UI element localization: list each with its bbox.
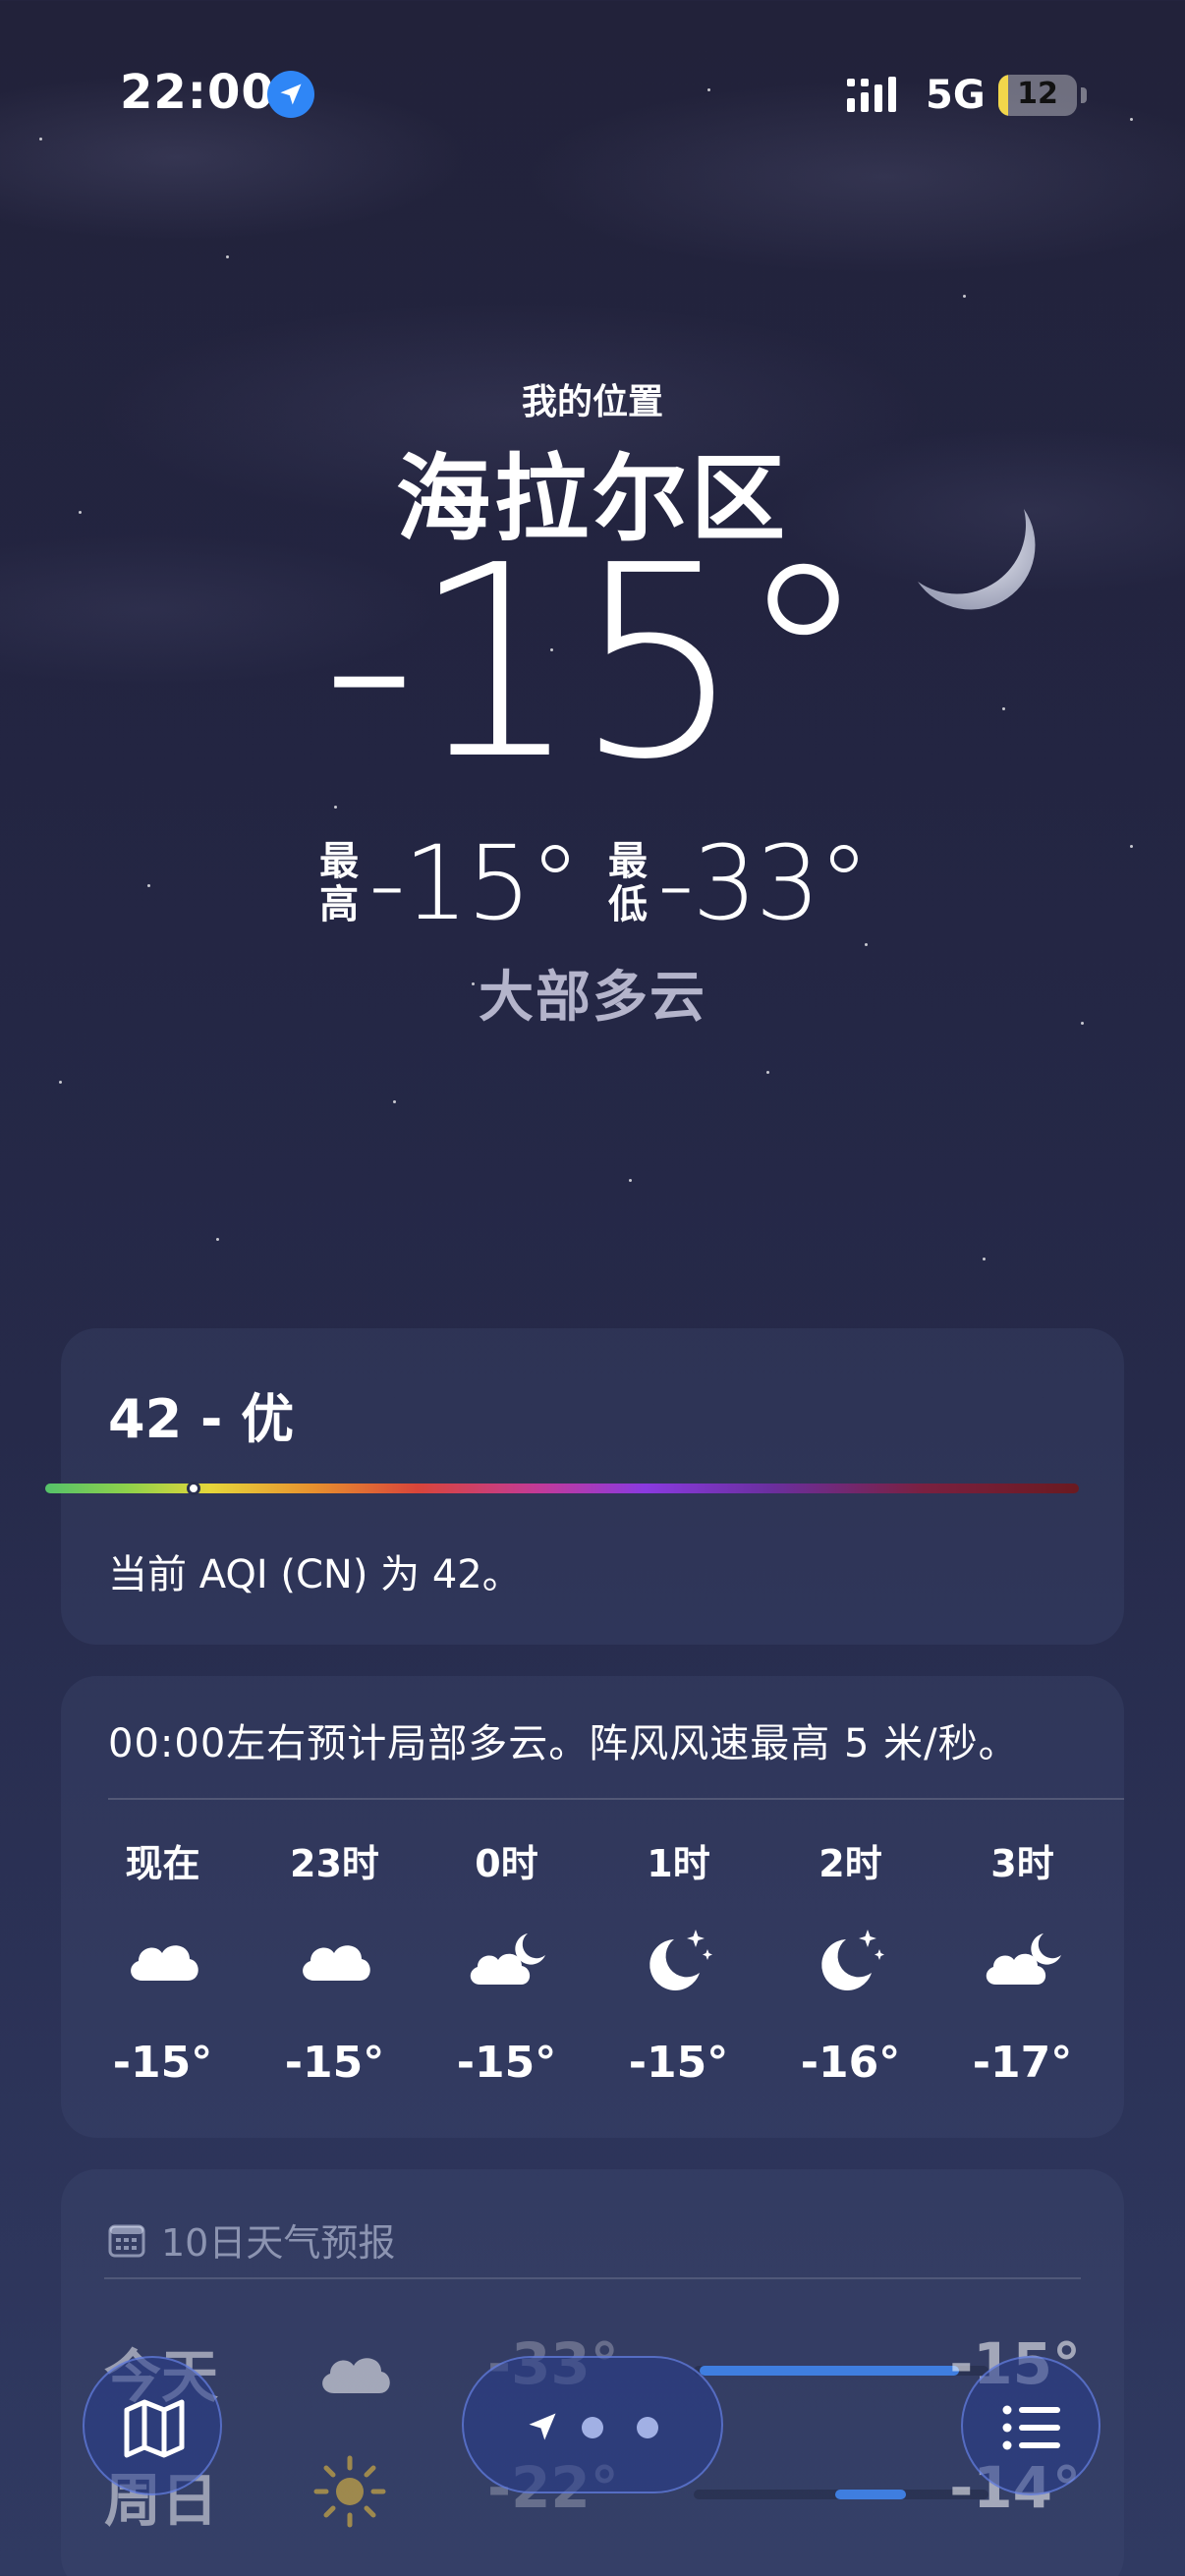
sun-icon [310,2452,389,2531]
star [707,88,710,91]
hour-temperature: -15° [456,2038,557,2088]
hour-label: 3时 [990,1842,1054,1885]
map-button[interactable] [83,2356,222,2495]
battery-level: 12 [1017,77,1058,111]
divider [104,2277,1081,2279]
clear-night-icon [807,1916,895,2004]
hour-label: 现在 [125,1842,200,1885]
high-temp-group: 最高 -15° [317,823,581,943]
status-time: 22:00 [120,65,275,120]
temperature-range-track [694,2366,988,2376]
star [226,255,229,258]
star [629,1179,632,1182]
current-location-icon [529,2413,556,2440]
high-temperature: -15° [368,823,581,943]
high-low-row: 最高 -15° 最低 -33° [0,823,1185,943]
hour-label: 2时 [818,1842,882,1885]
cloud-icon [310,2328,390,2407]
aqi-indicator [187,1482,200,1495]
hourly-forecast-card[interactable]: 00:00左右预计局部多云。阵风风速最高 5 米/秒。 现在 -15° 23时 -15… [61,1676,1124,2138]
star [39,138,42,140]
moon-icon [918,509,1036,610]
daily-header: 10日天气预报 [108,2212,395,2267]
location-label: 我的位置 [521,382,663,422]
hour-temperature: -15° [112,2038,213,2088]
daily-header-label: 10日天气预报 [161,2221,396,2265]
hour-label: 23时 [290,1842,379,1885]
hour-item: 3时 -17° [936,1833,1108,2088]
weather-condition: 大部多云 [479,966,706,1030]
low-label: 最低 [608,839,648,927]
hour-temperature: -15° [628,2038,729,2088]
aqi-description: 当前 AQI (CN) 为 42。 [108,1552,522,1597]
star [59,1081,62,1084]
page-dot[interactable] [582,2417,603,2438]
star [393,1100,396,1103]
high-label: 最高 [319,839,360,927]
low-temperature: -33° [657,823,870,943]
star [766,1071,769,1074]
partly-cloudy-night-icon [463,1916,551,2004]
temperature-range-bar [700,2366,959,2376]
signal-icon [847,73,910,116]
hour-item: 2时 -16° [764,1833,936,2088]
temperature-range-track [694,2490,988,2499]
temperature-range-bar [835,2490,906,2499]
hour-label: 0时 [475,1842,538,1885]
list-icon [1002,2405,1060,2450]
hour-item: 0时 -15° [421,1833,592,2088]
location-arrow-icon [267,71,314,118]
battery-cap [1081,87,1087,103]
partly-cloudy-night-icon [979,1916,1067,2004]
calendar-icon [108,2224,145,2257]
star [865,943,868,946]
hour-temperature: -16° [800,2038,901,2088]
star [216,1238,219,1241]
low-temp-group: 最低 -33° [606,823,870,943]
battery-icon: 12 [998,75,1077,116]
clear-night-icon [635,1916,723,2004]
divider [108,1798,1124,1800]
hour-label: 1时 [647,1842,710,1885]
star [1130,118,1133,121]
star [983,1258,986,1260]
page-dot[interactable] [637,2417,658,2438]
hourly-summary: 00:00左右预计局部多云。阵风风速最高 5 米/秒。 [108,1721,1019,1766]
hourly-list[interactable]: 现在 -15° 23时 -15° 0时 -15° 1时 -15° 2时 -16° 3时 -17° [61,1833,1124,2088]
map-icon [124,2399,185,2458]
aqi-title: 42 - 优 [108,1388,295,1450]
hour-item: 23时 -15° [249,1833,421,2088]
star [963,295,966,298]
cloud-icon [119,1916,207,2004]
hour-temperature: -17° [972,2038,1073,2088]
location-list-button[interactable] [961,2356,1100,2495]
location-pager[interactable] [462,2356,723,2493]
hour-item: 1时 -15° [592,1833,764,2088]
hour-temperature: -15° [284,2038,385,2088]
cloud-icon [291,1916,379,2004]
network-type: 5G [926,73,986,118]
hour-item: 现在 -15° [77,1833,249,2088]
